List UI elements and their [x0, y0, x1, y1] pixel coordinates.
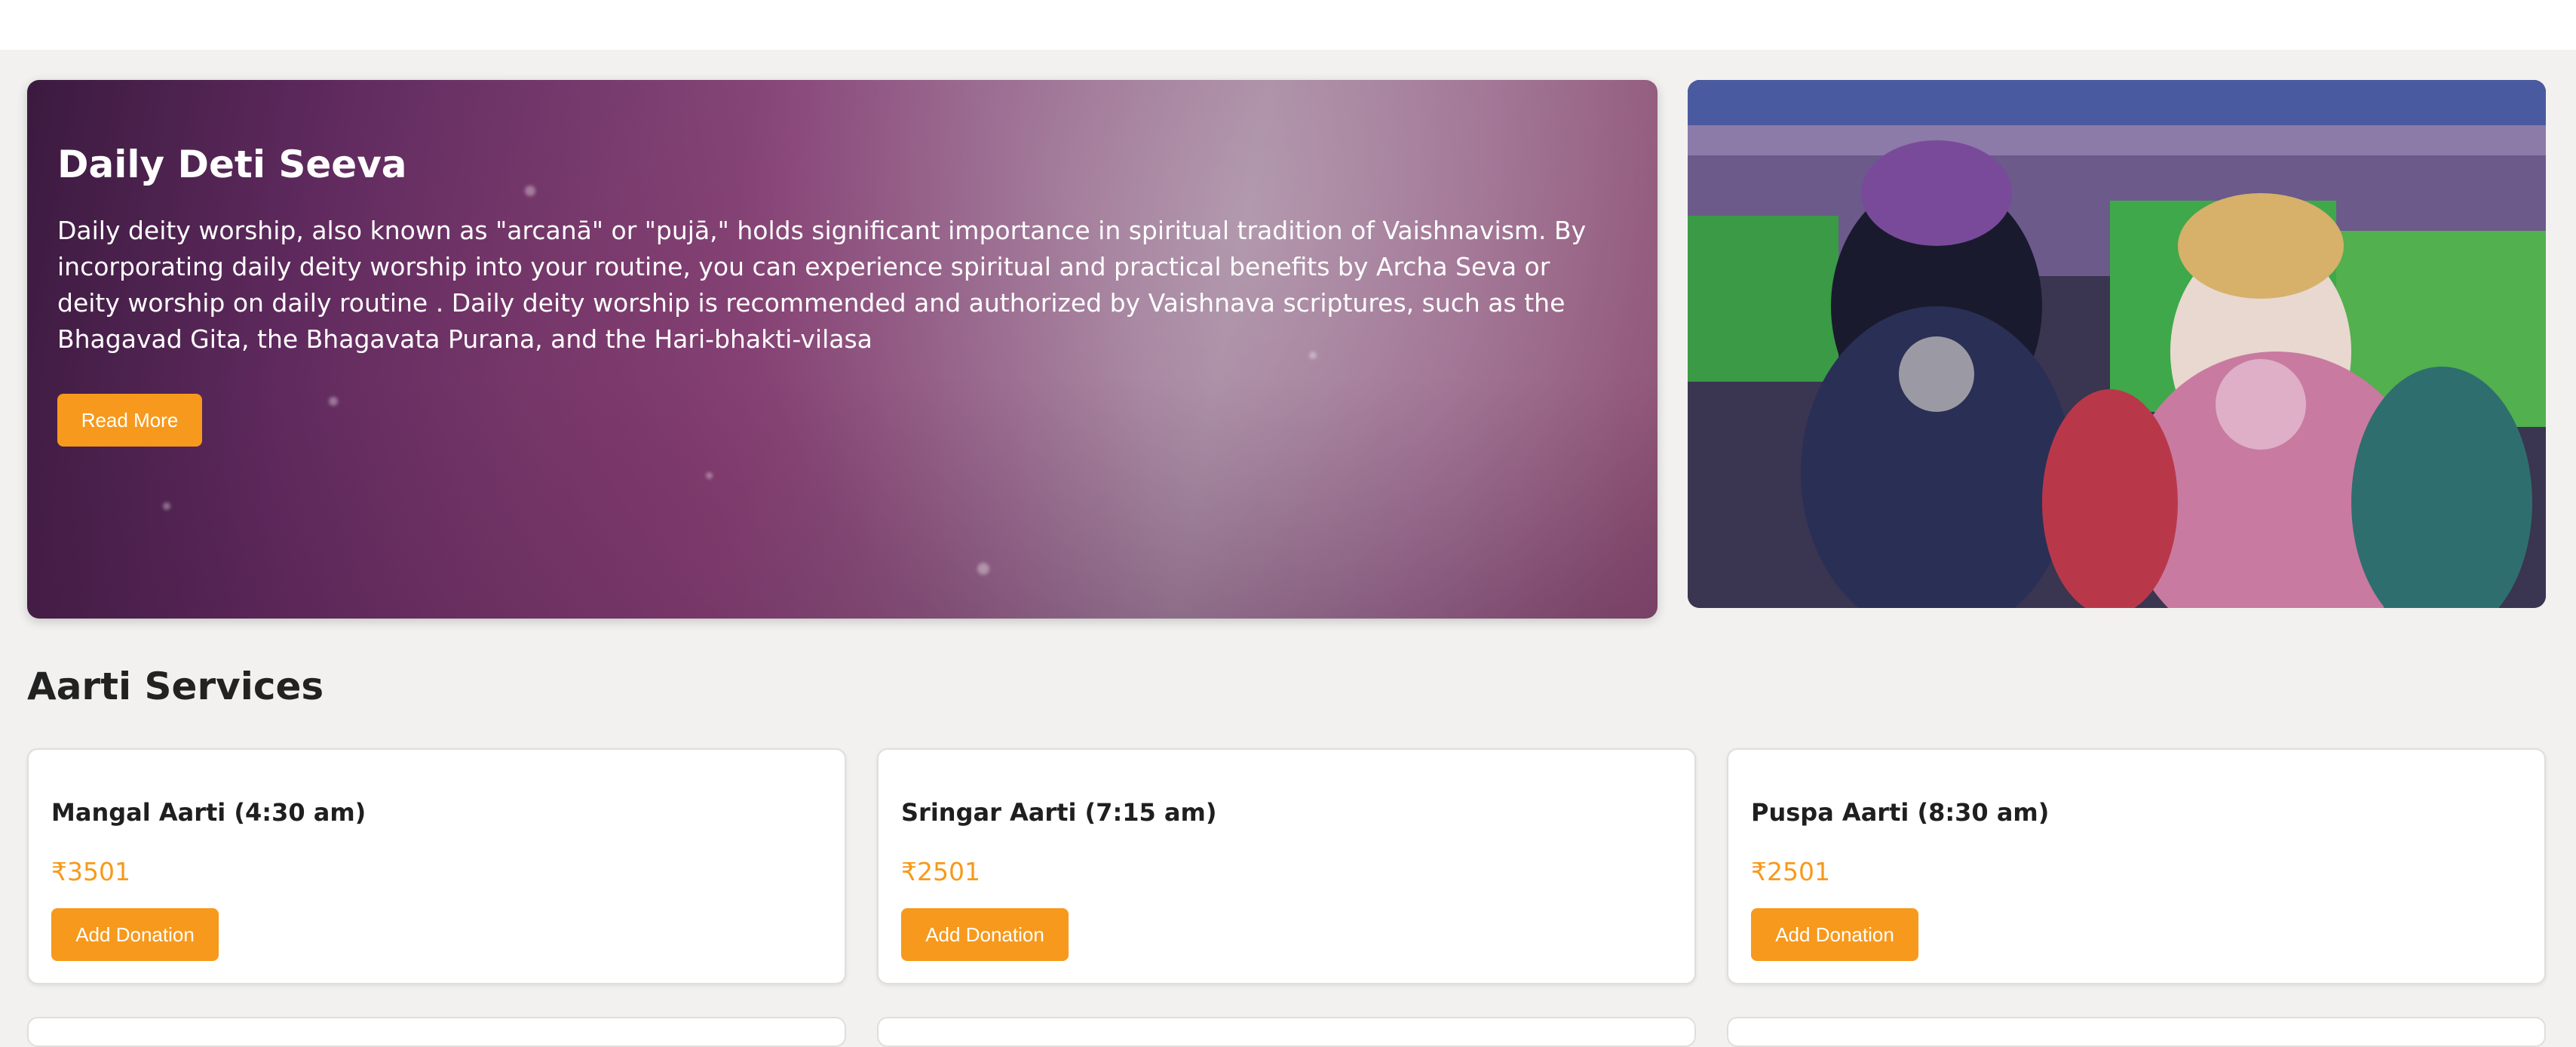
service-card-partial	[27, 1017, 846, 1047]
hero-banner: Daily Deti Seeva Daily deity worship, al…	[27, 80, 1658, 619]
service-price: ₹2501	[901, 857, 980, 886]
service-card-partial	[877, 1017, 1696, 1047]
sparkle-decoration	[977, 563, 989, 575]
service-card: Puspa Aarti (8:30 am) ₹2501 Add Donation	[1727, 748, 2546, 984]
sparkle-decoration	[163, 502, 170, 510]
service-price: ₹2501	[1751, 857, 1830, 886]
add-donation-button[interactable]: Add Donation	[901, 908, 1069, 961]
service-title: Mangal Aarti (4:30 am)	[51, 798, 366, 827]
service-title: Puspa Aarti (8:30 am)	[1751, 798, 2050, 827]
service-card: Mangal Aarti (4:30 am) ₹3501 Add Donatio…	[27, 748, 846, 984]
section-title: Aarti Services	[27, 665, 324, 708]
read-more-button[interactable]: Read More	[57, 394, 202, 447]
service-card: Sringar Aarti (7:15 am) ₹2501 Add Donati…	[877, 748, 1696, 984]
hero-description: Daily deity worship, also known as "arca…	[57, 216, 1587, 354]
add-donation-button[interactable]: Add Donation	[1751, 908, 1918, 961]
hero-content: Daily Deti Seeva Daily deity worship, al…	[57, 142, 1626, 358]
top-navigation-bar	[0, 0, 2576, 50]
service-card-partial	[1727, 1017, 2546, 1047]
sparkle-decoration	[706, 472, 713, 479]
hero-title: Daily Deti Seeva	[57, 143, 407, 186]
add-donation-button[interactable]: Add Donation	[51, 908, 219, 961]
deity-photo-icon	[1688, 80, 2546, 608]
sparkle-decoration	[329, 397, 338, 406]
service-price: ₹3501	[51, 857, 130, 886]
service-title: Sringar Aarti (7:15 am)	[901, 798, 1217, 827]
deity-photo	[1688, 80, 2546, 608]
